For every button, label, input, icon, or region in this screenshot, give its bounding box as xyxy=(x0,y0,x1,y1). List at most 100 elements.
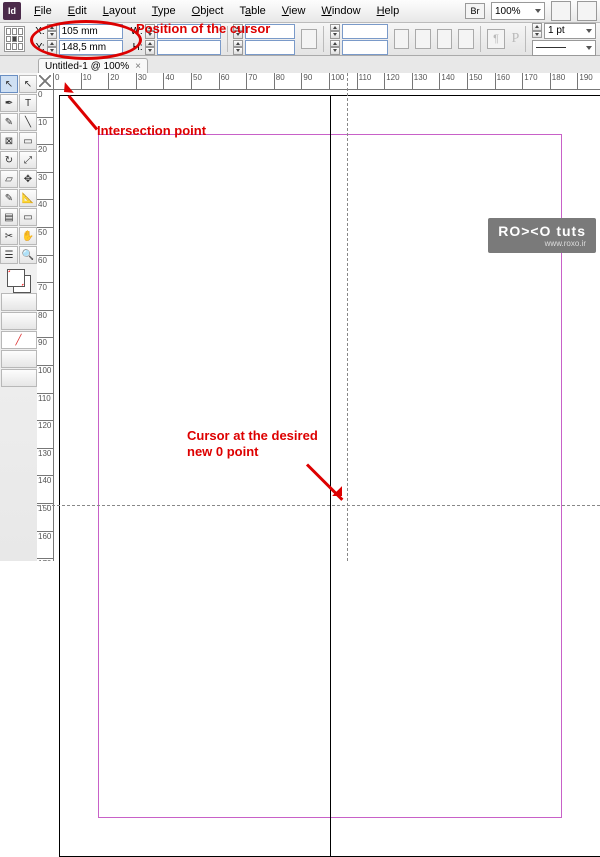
menu-view[interactable]: View xyxy=(275,3,313,19)
ruler-tick: 80 xyxy=(274,73,285,89)
menu-file[interactable]: File xyxy=(27,3,59,19)
ruler-tick: 170 xyxy=(522,73,537,89)
rotate-field[interactable] xyxy=(342,24,388,39)
scale-y-field[interactable] xyxy=(245,40,295,55)
tool-format-text[interactable] xyxy=(1,312,37,330)
ruler-tick: 70 xyxy=(246,73,257,89)
ruler-tick: 160 xyxy=(495,73,510,89)
horizontal-ruler[interactable]: 0102030405060708090100110120130140150160… xyxy=(53,73,600,90)
vertical-ruler[interactable]: 0102030405060708090100110120130140150160… xyxy=(37,89,54,561)
shear-spinner[interactable] xyxy=(330,40,340,55)
ruler-tick: 150 xyxy=(467,73,482,89)
reference-point-proxy[interactable] xyxy=(4,26,25,52)
ruler-tick: 90 xyxy=(301,73,312,89)
tool-scissors[interactable]: ✂ xyxy=(0,227,18,245)
tab-close-icon[interactable]: × xyxy=(135,61,141,72)
ruler-tick: 130 xyxy=(37,448,54,458)
menu-layout[interactable]: Layout xyxy=(96,3,143,19)
tool-pen[interactable]: ✒ xyxy=(0,94,18,112)
stroke-spinner[interactable] xyxy=(532,23,542,38)
ruler-tick: 100 xyxy=(37,365,54,375)
x-field[interactable]: 105 mm xyxy=(59,24,123,39)
scale-x-field[interactable] xyxy=(245,24,295,39)
view-options-icon[interactable] xyxy=(551,1,571,21)
w-field[interactable] xyxy=(157,24,221,39)
ruler-tick: 140 xyxy=(439,73,454,89)
tool-scale[interactable]: ⤢ xyxy=(19,151,37,169)
zoom-dropdown[interactable]: 100% xyxy=(491,2,545,20)
ruler-tick: 60 xyxy=(37,255,54,265)
shear-field[interactable] xyxy=(342,40,388,55)
tool-gradient[interactable]: ▤ xyxy=(0,208,18,226)
tab-title: Untitled-1 @ 100% xyxy=(45,61,129,72)
ruler-tick: 110 xyxy=(37,393,54,403)
h-spinner[interactable] xyxy=(145,40,155,55)
ruler-tick: 140 xyxy=(37,475,54,485)
menu-type[interactable]: Type xyxy=(145,3,183,19)
ruler-tick: 80 xyxy=(37,310,54,320)
paragraph-style-icon[interactable]: ¶ xyxy=(487,29,506,49)
tool-format-container[interactable] xyxy=(1,293,37,311)
tool-selection[interactable]: ↖ xyxy=(0,75,18,93)
tool-rotate[interactable]: ↻ xyxy=(0,151,18,169)
ruler-tick: 70 xyxy=(37,282,54,292)
spine-guide xyxy=(330,96,331,856)
tool-type[interactable]: T xyxy=(19,94,37,112)
tool-normal-view[interactable] xyxy=(1,350,37,368)
flip-v-icon[interactable] xyxy=(458,29,474,49)
ruler-tick: 50 xyxy=(37,227,54,237)
menu-window[interactable]: Window xyxy=(314,3,367,19)
tool-rect-frame[interactable]: ⊠ xyxy=(0,132,18,150)
ruler-tick: 50 xyxy=(191,73,202,89)
tool-button[interactable]: ▭ xyxy=(19,208,37,226)
link-icon[interactable] xyxy=(301,29,317,49)
tool-eyedropper[interactable]: ✎ xyxy=(0,189,18,207)
ruler-tick: 40 xyxy=(163,73,174,89)
flip-h-icon[interactable] xyxy=(437,29,453,49)
ruler-tick: 190 xyxy=(577,73,592,89)
ruler-tick: 10 xyxy=(37,117,54,127)
char-style-icon[interactable]: P xyxy=(511,31,519,47)
toolbox: ↖↖✒T✎╲⊠▭↻⤢▱✥✎📐▤▭✂✋☰🔍╱ xyxy=(0,73,38,561)
rotate-cw-icon[interactable] xyxy=(415,29,431,49)
tool-shear[interactable]: ▱ xyxy=(0,170,18,188)
tool-measure[interactable]: 📐 xyxy=(19,189,37,207)
ruler-tick: 0 xyxy=(37,89,54,99)
stroke-style-field[interactable] xyxy=(532,40,596,56)
ruler-origin[interactable] xyxy=(37,73,54,90)
h-field[interactable] xyxy=(157,40,221,55)
menu-edit[interactable]: Edit xyxy=(61,3,94,19)
stroke-weight-field[interactable]: 1 pt xyxy=(544,23,596,39)
menu-object[interactable]: Object xyxy=(185,3,231,19)
y-field[interactable]: 148,5 mm xyxy=(59,40,123,55)
y-spinner[interactable] xyxy=(47,40,57,55)
rotate-spinner[interactable] xyxy=(330,24,340,39)
ruler-tick: 100 xyxy=(329,73,344,89)
tool-zoom[interactable]: 🔍 xyxy=(19,246,37,264)
scale-x-spinner[interactable] xyxy=(233,24,243,39)
screen-mode-icon[interactable] xyxy=(577,1,597,21)
canvas-area: 0102030405060708090100110120130140150160… xyxy=(37,73,600,561)
fill-stroke-swatch[interactable] xyxy=(7,269,31,293)
tool-free-transform[interactable]: ✥ xyxy=(19,170,37,188)
tool-note[interactable]: ☰ xyxy=(0,246,18,264)
rotate-ccw-icon[interactable] xyxy=(394,29,410,49)
document-tab[interactable]: Untitled-1 @ 100% × xyxy=(38,58,148,74)
y-label: Y: xyxy=(31,42,45,53)
tool-rectangle[interactable]: ▭ xyxy=(19,132,37,150)
tool-hand[interactable]: ✋ xyxy=(19,227,37,245)
bridge-button[interactable]: Br xyxy=(465,3,485,19)
menu-table[interactable]: Table xyxy=(232,3,272,19)
menu-help[interactable]: Help xyxy=(370,3,407,19)
tool-pencil[interactable]: ✎ xyxy=(0,113,18,131)
tool-apply-none[interactable]: ╱ xyxy=(1,331,37,349)
tool-line[interactable]: ╲ xyxy=(19,113,37,131)
cursor-guide-h xyxy=(37,505,600,506)
tool-direct-selection[interactable]: ↖ xyxy=(19,75,37,93)
scale-y-spinner[interactable] xyxy=(233,40,243,55)
tool-preview-view[interactable] xyxy=(1,369,37,387)
w-spinner[interactable] xyxy=(145,24,155,39)
x-spinner[interactable] xyxy=(47,24,57,39)
ruler-tick: 30 xyxy=(37,172,54,182)
ruler-tick: 160 xyxy=(37,531,54,541)
